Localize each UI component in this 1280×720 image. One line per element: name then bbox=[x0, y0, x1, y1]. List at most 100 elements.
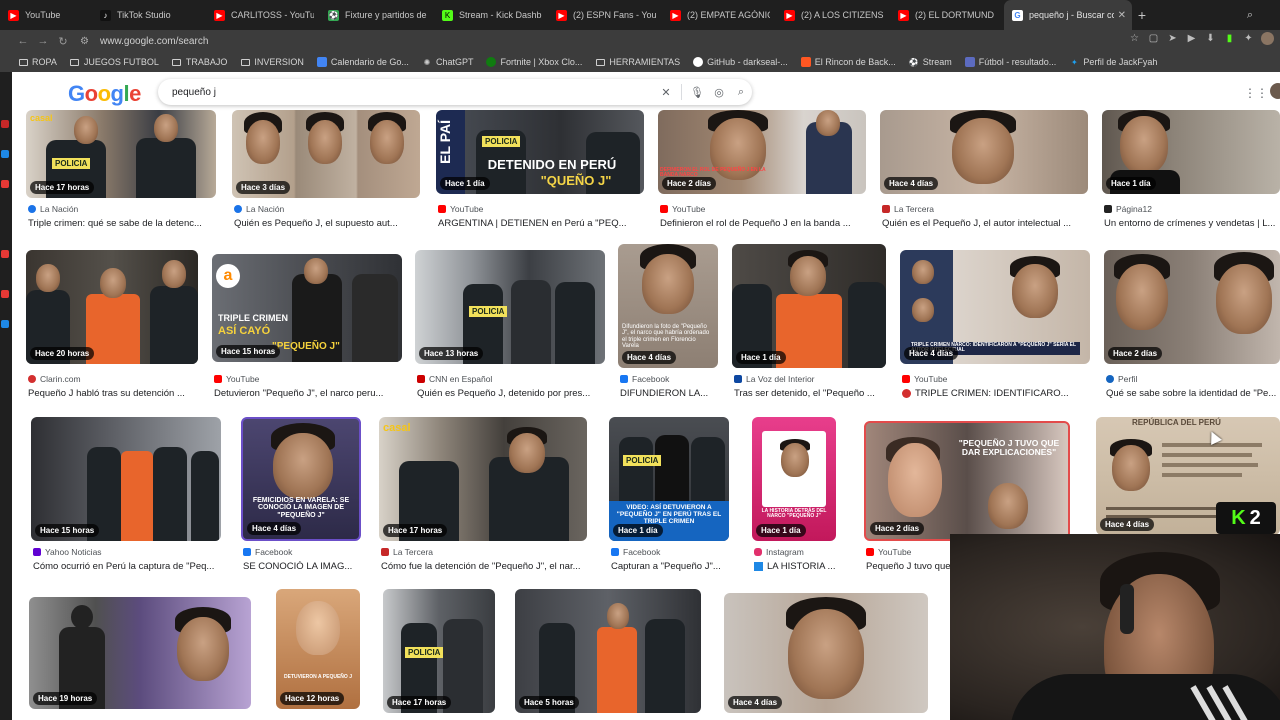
result-caption[interactable]: DIFUNDIERON LA... bbox=[620, 388, 720, 399]
result-thumbnail[interactable]: Hace 1 día bbox=[1102, 110, 1280, 194]
search-icon[interactable]: ⌕ bbox=[730, 86, 752, 99]
bookmark-link[interactable]: GitHub - darkseal-... bbox=[693, 57, 788, 67]
account-avatar[interactable] bbox=[1270, 83, 1280, 99]
result-thumbnail[interactable]: EL PAÍ POLICIA DETENIDO EN PERÚ "QUEÑO J… bbox=[436, 110, 644, 194]
result-caption[interactable]: Quién es el Pequeño J, el autor intelect… bbox=[882, 218, 1088, 229]
result-caption[interactable]: Cómo ocurrió en Perú la captura de "Peq.… bbox=[33, 561, 225, 572]
address-bar[interactable]: ⚙ www.google.com/search bbox=[76, 32, 1076, 50]
image-result[interactable]: POLICIA VIDEO: ASÍ DETUVIERON A "PEQUEÑO… bbox=[609, 417, 739, 575]
result-thumbnail[interactable]: POLICIA Hace 17 horas bbox=[383, 589, 495, 713]
result-thumbnail[interactable]: FEMICIDIOS EN VARELA: SE CONOCIÓ LA IMAG… bbox=[241, 417, 361, 541]
bookmark-link[interactable]: ⚽ Stream bbox=[909, 57, 952, 67]
browser-tab[interactable]: ▶ (2) EMPATE AGÓNIC bbox=[662, 0, 776, 30]
lens-icon[interactable]: ◎ bbox=[708, 86, 730, 99]
result-caption[interactable]: Tras ser detenido, el "Pequeño ... bbox=[734, 388, 888, 399]
extension-icon[interactable]: ▶ bbox=[1185, 32, 1198, 45]
search-tabs-icon[interactable]: ⌕ bbox=[1247, 9, 1253, 22]
result-caption[interactable]: Quién es Pequeño J, detenido por pres... bbox=[417, 388, 607, 399]
bookmark-link[interactable]: ✺ ChatGPT bbox=[422, 57, 474, 67]
result-thumbnail[interactable]: TRIPLE CRIMEN NARCO: IDENTIFICARON A "PE… bbox=[900, 250, 1090, 364]
bookmark-folder[interactable]: HERRAMIENTAS bbox=[595, 57, 680, 67]
bookmark-link[interactable]: Fortnite | Xbox Clo... bbox=[486, 57, 582, 67]
bookmark-link[interactable]: Calendario de Go... bbox=[316, 57, 409, 67]
result-caption[interactable]: Definieron el rol de Pequeño J en la ban… bbox=[660, 218, 866, 229]
result-caption[interactable]: ARGENTINA | DETIENEN en Perú a "PEQ... bbox=[438, 218, 644, 229]
result-caption[interactable]: Qué se sabe sobre la identidad de "Pe... bbox=[1106, 388, 1280, 399]
result-caption[interactable]: Capturan a "Pequeño J"... bbox=[611, 561, 739, 572]
image-result[interactable]: Hace 4 días bbox=[724, 593, 930, 720]
sidebar-icon[interactable] bbox=[1, 290, 9, 298]
result-thumbnail[interactable]: Hace 4 días bbox=[724, 593, 928, 713]
result-thumbnail[interactable]: Hace 2 días bbox=[1104, 250, 1280, 364]
result-thumbnail[interactable]: Hace 15 horas bbox=[31, 417, 221, 541]
downloads-icon[interactable]: ⬇ bbox=[1204, 32, 1217, 45]
bookmark-folder[interactable]: JUEGOS FUTBOL bbox=[70, 57, 159, 67]
close-tab-icon[interactable]: ✕ bbox=[1118, 10, 1126, 21]
image-result[interactable]: Difundieron la foto de "Pequeño J", el n… bbox=[618, 244, 720, 400]
result-thumbnail[interactable]: Hace 19 horas bbox=[29, 597, 251, 709]
result-thumbnail[interactable]: POLICIA VIDEO: ASÍ DETUVIERON A "PEQUEÑO… bbox=[609, 417, 729, 541]
browser-tab[interactable]: ♪ TikTok Studio bbox=[92, 0, 206, 30]
result-caption[interactable]: SE CONOCIÓ LA IMAG... bbox=[243, 561, 363, 572]
image-result[interactable]: POLICIA casal Hace 17 horas La Nación Tr… bbox=[26, 110, 216, 234]
reload-icon[interactable]: ↻ bbox=[54, 32, 72, 50]
result-thumbnail[interactable]: Hace 4 días bbox=[880, 110, 1088, 194]
result-thumbnail[interactable]: LA HISTORIA DETRÁS DEL NARCO "PEQUEÑO J"… bbox=[752, 417, 836, 541]
result-caption[interactable]: Cómo fue la detención de "Pequeño J", el… bbox=[381, 561, 597, 572]
bookmark-link[interactable]: Fútbol - resultado... bbox=[964, 57, 1056, 67]
screenshot-icon[interactable]: ▢ bbox=[1147, 32, 1160, 45]
result-caption[interactable]: TRIPLE CRIMEN: IDENTIFICARO... bbox=[902, 388, 1092, 399]
browser-tab[interactable]: ▶CARLITOSS - YouTube bbox=[206, 0, 320, 30]
image-result[interactable]: Hace 3 días La Nación Quién es Pequeño J… bbox=[232, 110, 422, 234]
puzzle-icon[interactable]: ✦ bbox=[1242, 32, 1255, 45]
bookmark-folder[interactable]: INVERSION bbox=[240, 57, 304, 67]
image-result[interactable]: TRIPLE CRIMEN NARCO: IDENTIFICARON A "PE… bbox=[900, 250, 1092, 400]
result-caption[interactable]: Pequeño J habló tras su detención ... bbox=[28, 388, 202, 399]
image-result[interactable]: Hace 5 horas bbox=[515, 589, 703, 720]
image-result[interactable]: LA HISTORIA DETRÁS DEL NARCO "PEQUEÑO J"… bbox=[752, 417, 852, 575]
result-thumbnail[interactable]: Hace 5 horas bbox=[515, 589, 701, 713]
result-thumbnail[interactable]: "PEQUEÑO J TUVO QUE DAR EXPLICACIONES" H… bbox=[864, 421, 1070, 541]
clear-icon[interactable]: ✕ bbox=[655, 86, 677, 99]
apps-grid-icon[interactable]: ⋮⋮ bbox=[1244, 86, 1268, 100]
browser-tab[interactable]: ▶ (2) EL DORTMUND bbox=[890, 0, 1004, 30]
bookmark-folder[interactable]: TRABAJO bbox=[172, 57, 227, 67]
sidebar-icon[interactable] bbox=[1, 180, 9, 188]
sidebar-icon[interactable] bbox=[1, 250, 9, 258]
image-result[interactable]: Hace 19 horas bbox=[29, 597, 253, 720]
browser-tab[interactable]: ▶ (2) A LOS CITIZENS bbox=[776, 0, 890, 30]
image-result[interactable]: DETUVIERON A PEQUEÑO J Hace 12 horas bbox=[276, 589, 360, 720]
result-thumbnail[interactable]: Difundieron la foto de "Pequeño J", el n… bbox=[618, 244, 718, 368]
browser-tab[interactable]: ▶ (2) ESPN Fans - You bbox=[548, 0, 662, 30]
image-result[interactable]: DEFINIERON EL ROL DE PEQUEÑO J EN LA BAN… bbox=[658, 110, 868, 234]
image-result[interactable]: Hace 1 día La Voz del Interior Tras ser … bbox=[732, 244, 888, 400]
bookmark-icon[interactable]: ☆ bbox=[1128, 32, 1141, 45]
image-result[interactable]: a TRIPLE CRIMEN ASÍ CAYÓ "PEQUEÑO J" Hac… bbox=[212, 254, 404, 400]
result-thumbnail[interactable]: DEFINIERON EL ROL DE PEQUEÑO J EN LA BAN… bbox=[658, 110, 866, 194]
result-caption[interactable]: Quién es Pequeño J, el supuesto aut... bbox=[234, 218, 422, 229]
image-result[interactable]: casal Hace 17 horas La Tercera Cómo fue … bbox=[379, 417, 597, 575]
image-result[interactable]: FEMICIDIOS EN VARELA: SE CONOCIÓ LA IMAG… bbox=[241, 417, 365, 575]
microphone-icon[interactable]: 🎙 bbox=[686, 86, 708, 99]
result-thumbnail[interactable]: POLICIA casal Hace 17 horas bbox=[26, 110, 216, 198]
result-thumbnail[interactable]: casal Hace 17 horas bbox=[379, 417, 587, 541]
sidebar-icon[interactable] bbox=[1, 120, 9, 128]
result-caption[interactable]: Detuvieron "Pequeño J", el narco peru... bbox=[214, 388, 404, 399]
new-tab-button[interactable]: + bbox=[1132, 0, 1152, 30]
image-result[interactable]: Hace 1 día Página12 Un entorno de crímen… bbox=[1102, 110, 1280, 234]
image-result[interactable]: POLICIA Hace 17 horas bbox=[383, 589, 495, 720]
send-icon[interactable]: ➤ bbox=[1166, 32, 1179, 45]
result-thumbnail[interactable]: Hace 20 horas bbox=[26, 250, 198, 364]
image-result[interactable]: Hace 20 horas Clarin.com Pequeño J habló… bbox=[26, 250, 202, 400]
bookmark-link[interactable]: El Rincon de Back... bbox=[800, 57, 896, 67]
bookmark-folder[interactable]: ROPA bbox=[18, 57, 57, 67]
google-logo[interactable]: Google bbox=[68, 81, 141, 107]
result-caption[interactable]: Un entorno de crímenes y vendetas | L... bbox=[1104, 218, 1280, 229]
result-thumbnail[interactable]: Hace 3 días bbox=[232, 110, 420, 198]
result-thumbnail[interactable]: POLICIA Hace 13 horas bbox=[415, 250, 605, 364]
result-thumbnail[interactable]: DETUVIERON A PEQUEÑO J Hace 12 horas bbox=[276, 589, 360, 709]
browser-tab[interactable]: ▶ YouTube bbox=[0, 0, 92, 30]
image-result[interactable]: Hace 4 días La Tercera Quién es el Peque… bbox=[880, 110, 1090, 234]
browser-tab[interactable]: ⚽ Fixture y partidos de bbox=[320, 0, 434, 30]
result-thumbnail[interactable]: a TRIPLE CRIMEN ASÍ CAYÓ "PEQUEÑO J" Hac… bbox=[212, 254, 402, 362]
